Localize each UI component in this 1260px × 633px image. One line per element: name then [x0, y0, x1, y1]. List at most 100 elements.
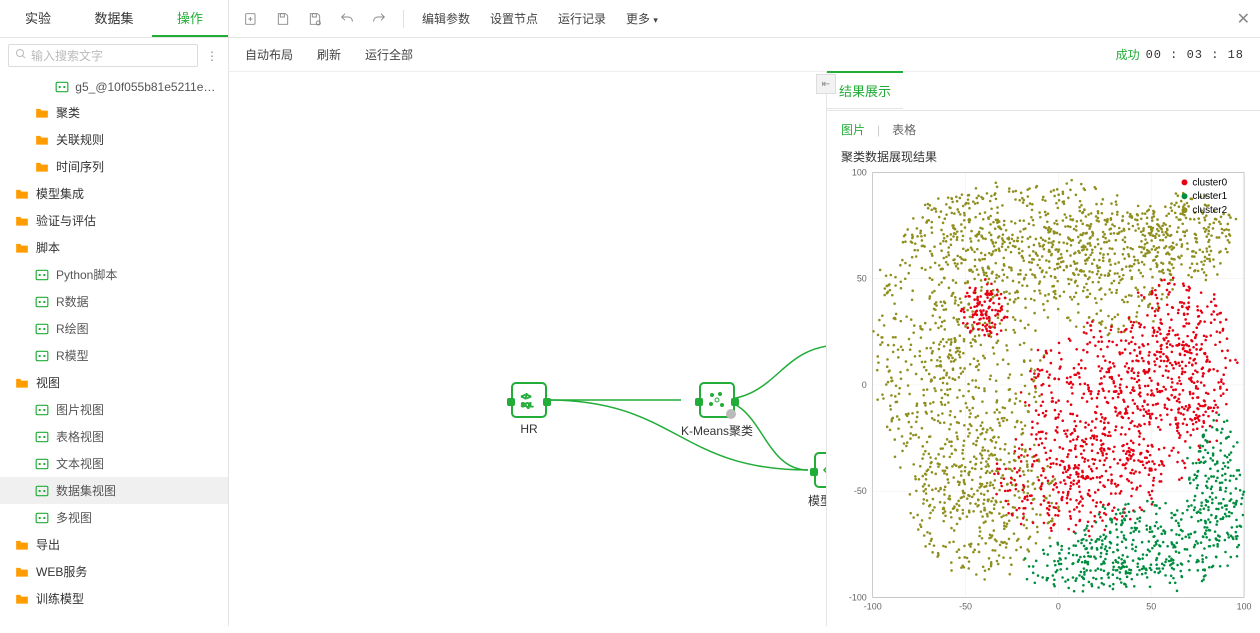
tree-leaf-R绘图[interactable]: R绘图 — [0, 315, 228, 342]
tree-leaf-R模型[interactable]: R模型 — [0, 342, 228, 369]
tree-item-label: 脚本 — [36, 239, 60, 256]
search-input[interactable] — [31, 49, 191, 63]
folder-icon — [14, 241, 30, 255]
tree-item-label: 视图 — [36, 374, 60, 391]
toolbar: 编辑参数 设置节点 运行记录 更多 ▾ ✕ — [229, 0, 1260, 38]
search-icon — [15, 48, 27, 63]
node-label: HR — [511, 422, 547, 436]
tree-folder-时间序列[interactable]: 时间序列 — [0, 153, 228, 180]
tree-folder-模型集成[interactable]: 模型集成 — [0, 180, 228, 207]
svg-text:50: 50 — [1146, 601, 1156, 611]
results-tab[interactable]: 结果展示 — [827, 71, 903, 109]
svg-text:100: 100 — [852, 167, 867, 177]
sidebar: 实验 数据集 操作 ⋮ g5_@10f055b81e5211ebaf9 聚类关联规… — [0, 0, 229, 626]
svg-text:-50: -50 — [854, 486, 867, 496]
sub-refresh[interactable]: 刷新 — [317, 46, 341, 63]
node-type-icon — [34, 322, 50, 336]
tab-operation[interactable]: 操作 — [152, 0, 228, 37]
toolbar-more[interactable]: 更多 ▾ — [620, 8, 664, 29]
node-label: K-Means聚类 — [681, 422, 753, 439]
subtoolbar: 自动布局 刷新 运行全部 成功 00 : 03 : 18 — [229, 38, 1260, 72]
chart-area: -100-50050100-100-50050100cluster0cluste… — [827, 165, 1260, 633]
node-km[interactable]: K-Means聚类 — [681, 382, 753, 439]
tree-folder-训练模型[interactable]: 训练模型 — [0, 585, 228, 612]
node-type-icon — [34, 511, 50, 525]
node-type-icon — [54, 80, 69, 94]
svg-text:50: 50 — [857, 274, 867, 284]
svg-text:cluster1: cluster1 — [1192, 191, 1227, 202]
tree-leaf-表格视图[interactable]: 表格视图 — [0, 423, 228, 450]
tree-folder-WEB服务[interactable]: WEB服务 — [0, 558, 228, 585]
folder-icon — [14, 565, 30, 579]
tree-item-label: 图片视图 — [56, 401, 104, 418]
sub-run-all[interactable]: 运行全部 — [365, 46, 413, 63]
subtab-image[interactable]: 图片 — [841, 121, 865, 138]
svg-text:cluster2: cluster2 — [1192, 205, 1227, 216]
sub-auto-layout[interactable]: 自动布局 — [245, 46, 293, 63]
tree-leaf-多视图[interactable]: 多视图 — [0, 504, 228, 531]
tree-leaf-Python脚本[interactable]: Python脚本 — [0, 261, 228, 288]
folder-icon — [34, 133, 50, 147]
svg-text:-50: -50 — [959, 601, 972, 611]
toolbar-run-history[interactable]: 运行记录 — [552, 8, 612, 29]
node-box[interactable] — [814, 452, 826, 488]
save-as-icon[interactable] — [303, 9, 327, 29]
toolbar-set-node[interactable]: 设置节点 — [484, 8, 544, 29]
folder-icon — [14, 187, 30, 201]
workflow-canvas[interactable]: </>SQLHRK-Means聚类多视图模型应用数据集视图 — [229, 72, 826, 626]
svg-text:0: 0 — [1056, 601, 1061, 611]
svg-text:-100: -100 — [864, 601, 882, 611]
tree-item-label: 表格视图 — [56, 428, 104, 445]
tree-item-label: R模型 — [56, 347, 89, 364]
results-subtabs: 图片 | 表格 — [827, 111, 1260, 142]
svg-text:100: 100 — [1237, 601, 1252, 611]
svg-text:cluster0: cluster0 — [1192, 177, 1227, 188]
tree-leaf-数据集视图[interactable]: 数据集视图 — [0, 477, 228, 504]
tree-leaf-R数据[interactable]: R数据 — [0, 288, 228, 315]
tree-item-label: 导出 — [36, 536, 60, 553]
node-hr[interactable]: </>SQL HR — [511, 382, 547, 436]
tree-leaf-g5_@10f055b81e5211ebaf9[interactable]: g5_@10f055b81e5211ebaf9 — [0, 75, 228, 99]
tree-item-label: 文本视图 — [56, 455, 104, 472]
node-apply[interactable]: 模型应用 — [808, 452, 826, 509]
folder-icon — [14, 592, 30, 606]
node-box[interactable]: </>SQL — [511, 382, 547, 418]
sidebar-tabs: 实验 数据集 操作 — [0, 0, 228, 38]
status-dot-icon — [726, 409, 736, 419]
node-type-icon — [34, 484, 50, 498]
tree-folder-关联规则[interactable]: 关联规则 — [0, 126, 228, 153]
folder-icon — [14, 214, 30, 228]
tree-item-label: g5_@10f055b81e5211ebaf9 — [75, 80, 220, 94]
tree-folder-验证与评估[interactable]: 验证与评估 — [0, 207, 228, 234]
main: 编辑参数 设置节点 运行记录 更多 ▾ ✕ 自动布局 刷新 运行全部 成功 00… — [229, 0, 1260, 626]
tree-folder-视图[interactable]: 视图 — [0, 369, 228, 396]
undo-icon[interactable] — [335, 9, 359, 29]
toolbar-edit-params[interactable]: 编辑参数 — [416, 8, 476, 29]
node-type-icon — [34, 457, 50, 471]
close-icon[interactable]: ✕ — [1237, 9, 1250, 29]
tree-folder-聚类[interactable]: 聚类 — [0, 99, 228, 126]
tree-item-label: 模型集成 — [36, 185, 84, 202]
node-box[interactable] — [699, 382, 735, 418]
chevron-down-icon: ▾ — [653, 15, 658, 25]
kebab-icon[interactable]: ⋮ — [204, 49, 220, 63]
folder-icon — [34, 160, 50, 174]
tab-experiment[interactable]: 实验 — [0, 0, 76, 37]
node-type-icon — [34, 349, 50, 363]
tree-item-label: 聚类 — [56, 104, 80, 121]
scatter-plot: -100-50050100-100-50050100cluster0cluste… — [835, 165, 1252, 625]
tree-folder-导出[interactable]: 导出 — [0, 531, 228, 558]
new-icon[interactable] — [239, 9, 263, 29]
status-timer: 00 : 03 : 18 — [1146, 48, 1244, 62]
tab-dataset[interactable]: 数据集 — [76, 0, 152, 37]
tree-item-label: 多视图 — [56, 509, 92, 526]
tree-leaf-文本视图[interactable]: 文本视图 — [0, 450, 228, 477]
folder-icon — [34, 106, 50, 120]
subtab-table[interactable]: 表格 — [892, 121, 916, 138]
save-icon[interactable] — [271, 9, 295, 29]
search-box[interactable] — [8, 44, 198, 67]
redo-icon[interactable] — [367, 9, 391, 29]
tree-folder-脚本[interactable]: 脚本 — [0, 234, 228, 261]
svg-text:SQL: SQL — [521, 403, 534, 409]
tree-leaf-图片视图[interactable]: 图片视图 — [0, 396, 228, 423]
